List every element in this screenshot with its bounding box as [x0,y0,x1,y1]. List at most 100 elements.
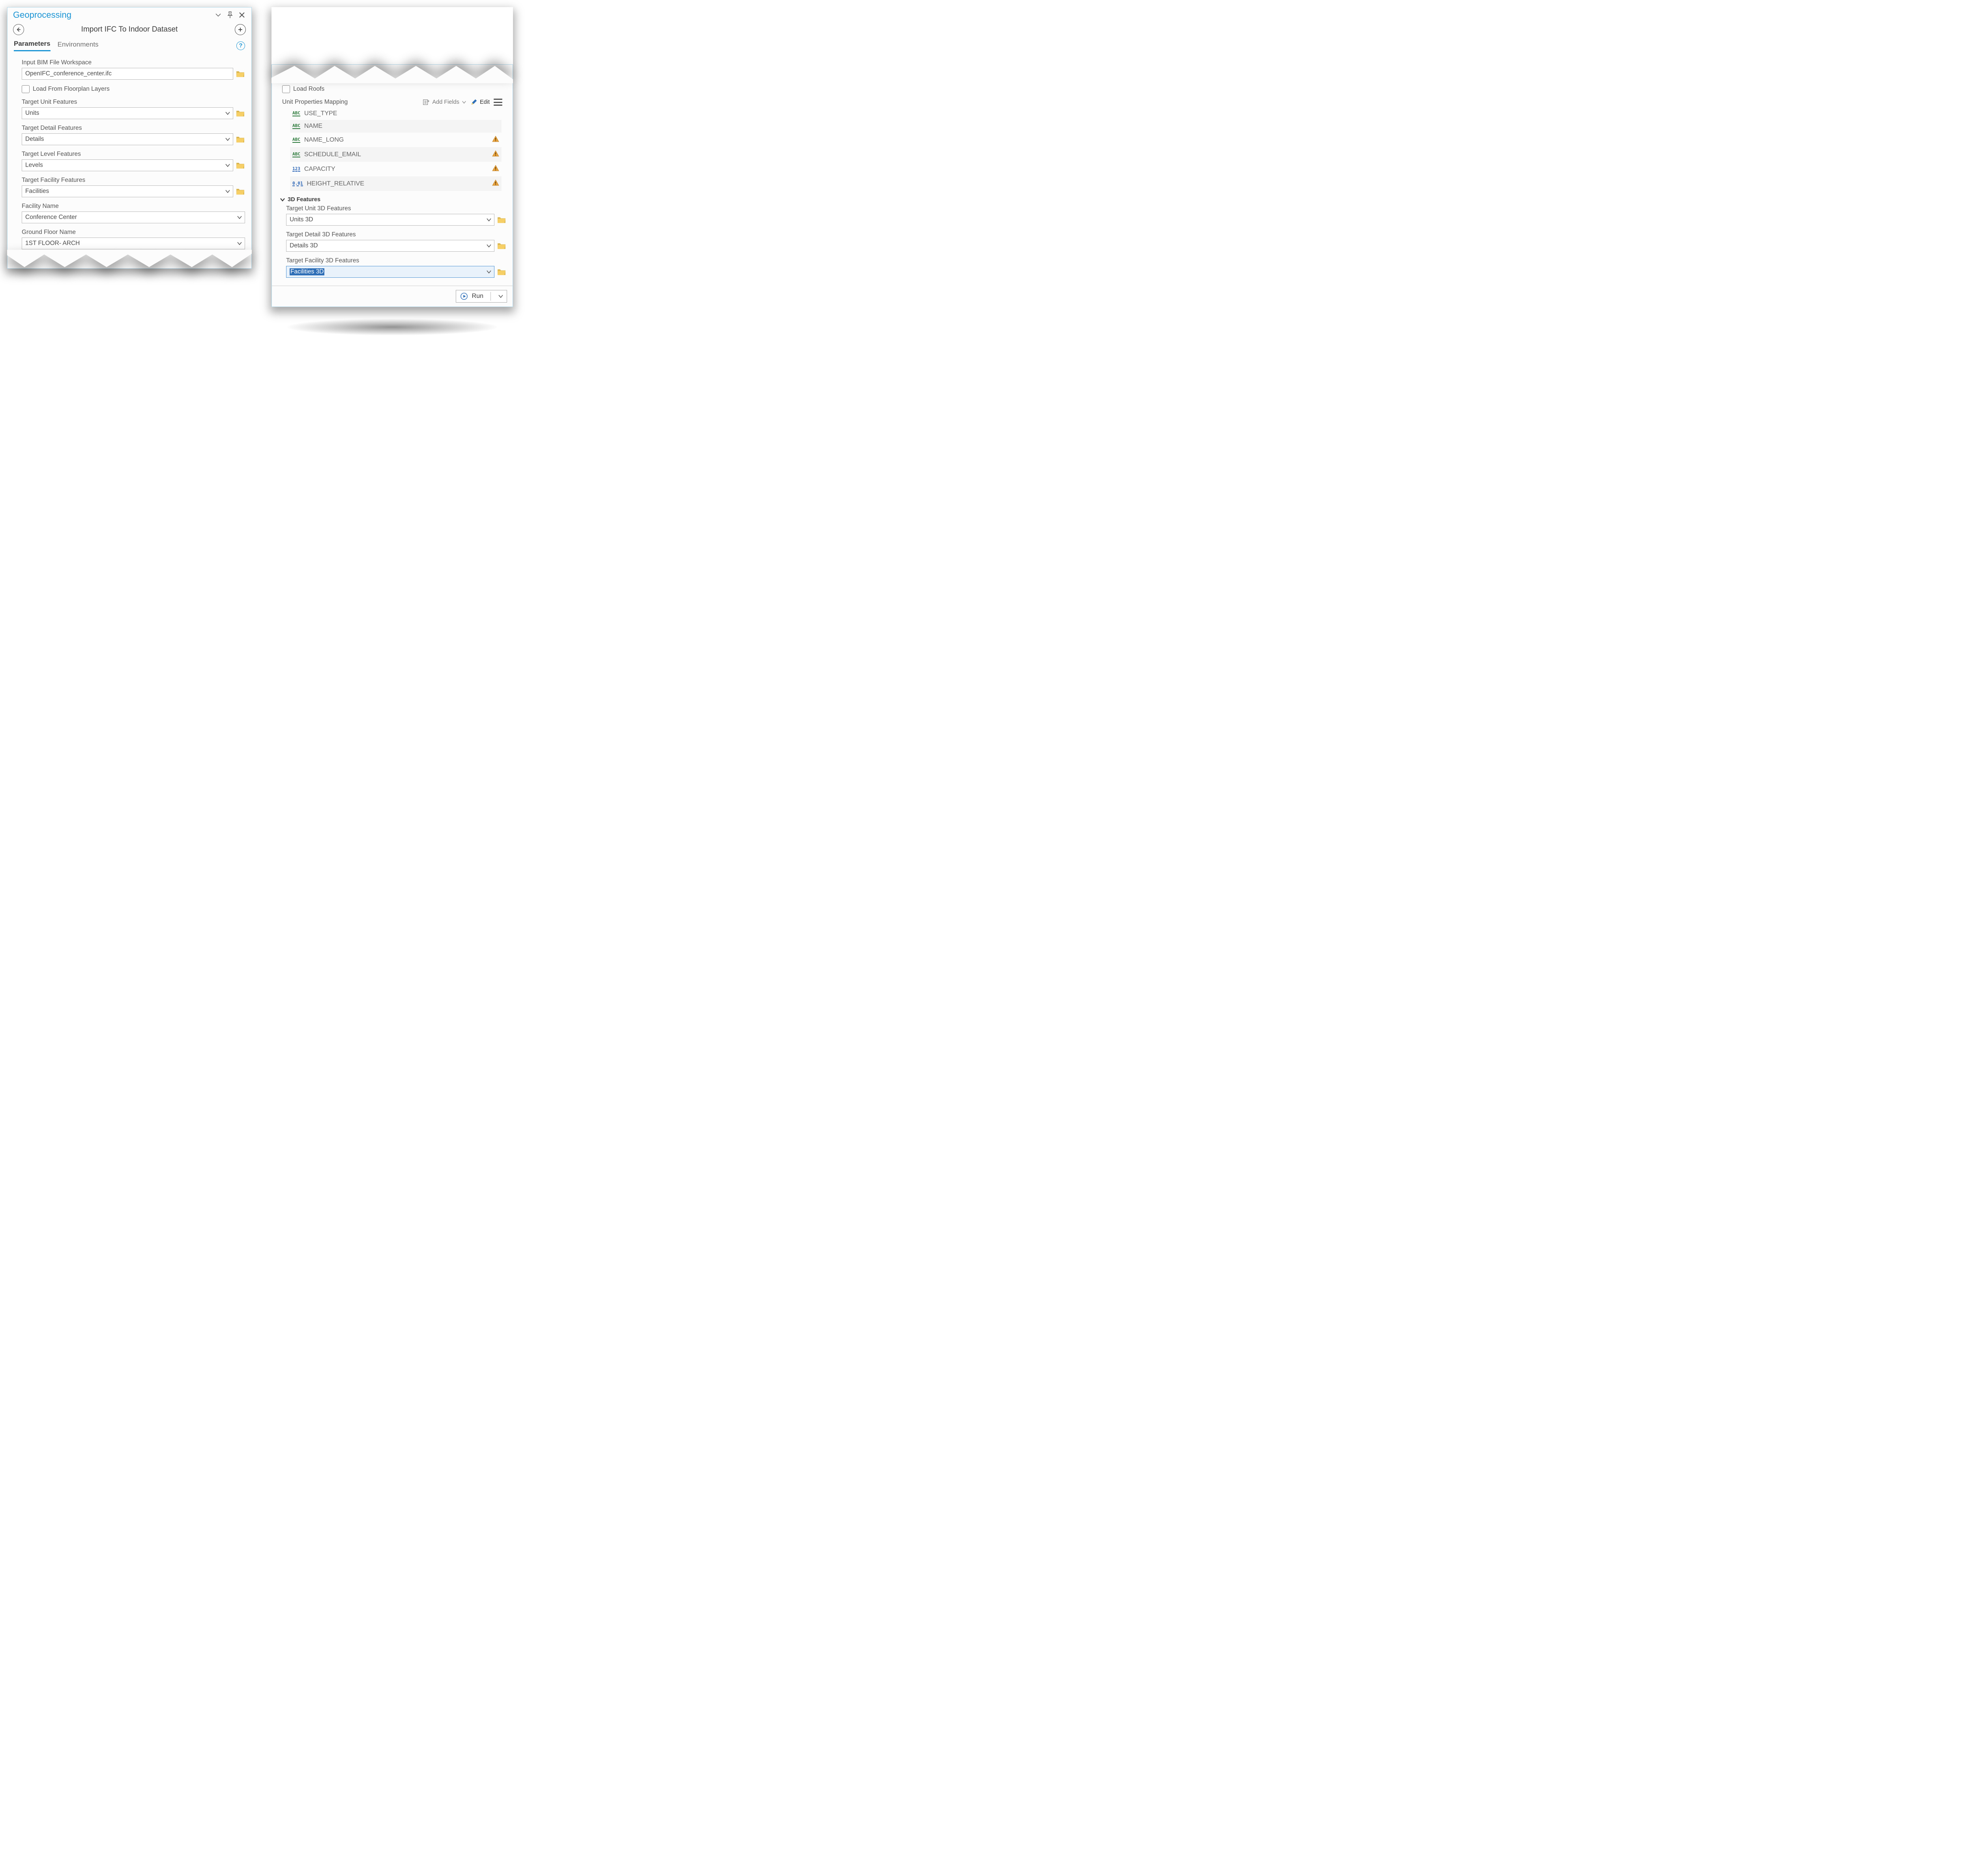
browse-icon[interactable] [497,241,506,251]
target-facility-combo[interactable]: Facilities [22,185,233,197]
checkbox-icon [22,85,30,93]
facility-name-value: Conference Center [25,214,77,221]
target-unit-value: Units [25,110,39,117]
mapping-item[interactable]: 123CAPACITY [290,162,502,176]
chevron-down-icon [486,243,492,249]
target-unit3d-combo[interactable]: Units 3D [286,214,494,226]
target-facility-label: Target Facility Features [22,177,245,184]
warning-icon [492,165,499,174]
target-detail-combo[interactable]: Details [22,133,233,145]
target-detail-label: Target Detail Features [22,125,245,132]
browse-icon[interactable] [236,161,245,170]
tool-tabs: Parameters Environments ? [7,37,251,51]
target-detail3d-value: Details 3D [290,242,318,249]
browse-icon[interactable] [236,69,245,79]
add-fields-label: Add Fields [432,99,459,105]
load-floorplan-label: Load From Floorplan Layers [33,86,110,93]
play-icon [460,292,468,300]
load-roofs-checkbox[interactable]: Load Roofs [282,85,506,93]
mapping-list: ABCUSE_TYPEABCNAMEABCNAME_LONGABCSCHEDUL… [290,107,502,191]
browse-icon[interactable] [236,108,245,118]
mapping-item[interactable]: ABCSCHEDULE_EMAIL [290,147,502,162]
section-3d-label: 3D Features [288,196,320,203]
input-bim-field[interactable]: OpenIFC_conference_center.ifc [22,68,233,80]
torn-edge-icon [271,64,513,83]
run-label: Run [472,293,483,300]
browse-icon[interactable] [497,267,506,277]
target-detail3d-label: Target Detail 3D Features [286,231,506,238]
parameters-form: Input BIM File Workspace OpenIFC_confere… [7,51,251,268]
chevron-down-icon [486,269,492,275]
titlebar: Geoprocessing [7,7,251,20]
chevron-down-icon [225,189,230,194]
chevron-down-icon [225,137,230,142]
warning-icon [492,135,499,144]
field-type-icon: 0.01 [292,181,303,186]
pin-icon[interactable] [226,11,234,19]
field-type-icon: 123 [292,166,300,172]
tab-environments[interactable]: Environments [58,41,99,51]
target-facility-value: Facilities [25,188,49,195]
field-name: USE_TYPE [304,110,499,117]
field-name: NAME_LONG [304,137,488,144]
facility-name-combo[interactable]: Conference Center [22,211,245,223]
mapping-item[interactable]: ABCUSE_TYPE [290,107,502,120]
target-level-value: Levels [25,162,43,169]
chevron-down-icon [498,294,504,299]
geoprocessing-panel-top: Geoprocessing Import IFC To Indoor Datas… [7,7,252,269]
target-unit-combo[interactable]: Units [22,107,233,119]
field-type-icon: ABC [292,137,300,143]
target-unit3d-label: Target Unit 3D Features [286,205,506,212]
field-name: NAME [304,123,499,130]
menu-icon[interactable] [494,99,502,106]
close-icon[interactable] [238,11,246,19]
target-detail-value: Details [25,136,44,143]
tab-parameters[interactable]: Parameters [14,40,51,51]
mapping-header: Unit Properties Mapping [282,99,419,106]
target-facility3d-combo[interactable]: Facilities 3D [286,266,494,278]
target-unit3d-value: Units 3D [290,216,313,223]
pencil-icon [470,99,477,106]
tool-header: Import IFC To Indoor Dataset [7,20,251,37]
target-level-label: Target Level Features [22,151,245,158]
back-button[interactable] [13,24,24,35]
chevron-down-icon [237,215,242,220]
mapping-item[interactable]: ABC NAME_LONG [290,133,502,147]
chevron-down-icon [225,163,230,168]
ground-floor-combo[interactable]: 1ST FLOOR- ARCH [22,238,245,249]
target-detail3d-combo[interactable]: Details 3D [286,240,494,252]
chevron-down-icon [237,241,242,246]
run-button[interactable]: Run [456,290,507,303]
mapping-item[interactable]: ABC NAME [290,120,502,133]
chevron-down-icon [280,197,285,202]
warning-icon [492,179,499,188]
parameters-form-continued: Load Roofs Unit Properties Mapping Add F… [272,65,513,286]
help-icon[interactable]: ? [236,41,245,50]
target-level-combo[interactable]: Levels [22,159,233,171]
chevron-down-icon [225,110,230,116]
geoprocessing-panel-bottom: Load Roofs Unit Properties Mapping Add F… [271,64,513,307]
browse-icon[interactable] [236,187,245,196]
checkbox-icon [282,85,290,93]
field-name: HEIGHT_RELATIVE [307,180,489,187]
tool-title: Import IFC To Indoor Dataset [28,25,231,34]
browse-icon[interactable] [236,135,245,144]
edit-button[interactable]: Edit [470,99,490,106]
field-type-icon: ABC [292,152,300,157]
edit-label: Edit [480,99,490,105]
pane-title: Geoprocessing [13,10,210,20]
run-bar: Run [272,286,513,307]
browse-icon[interactable] [497,215,506,224]
target-unit-label: Target Unit Features [22,99,245,106]
target-facility3d-value: Facilities 3D [290,268,324,275]
load-roofs-label: Load Roofs [293,86,324,93]
load-floorplan-checkbox[interactable]: Load From Floorplan Layers [22,85,245,93]
input-bim-label: Input BIM File Workspace [22,59,245,66]
mapping-item[interactable]: 0.01 HEIGHT_RELATIVE [290,176,502,191]
field-type-icon: ABC [292,123,300,129]
minimize-icon[interactable] [214,11,222,19]
section-3d-header[interactable]: 3D Features [280,196,506,203]
add-fields-button[interactable]: Add Fields [423,99,466,106]
ground-floor-value: 1ST FLOOR- ARCH [25,240,80,247]
add-button[interactable] [235,24,246,35]
